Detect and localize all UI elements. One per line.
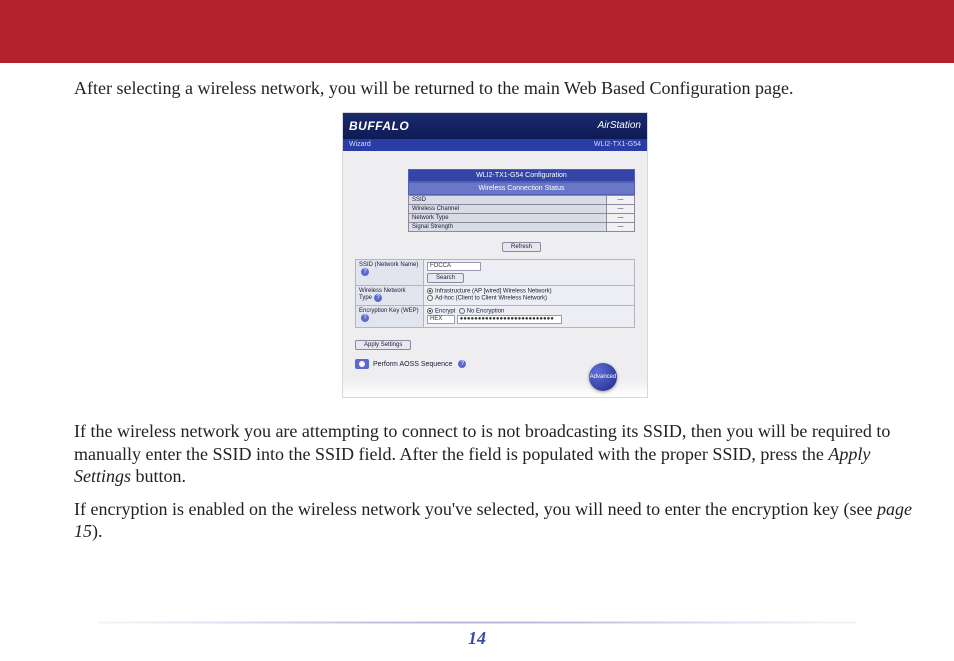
status-title: Wireless Connection Status <box>408 182 635 195</box>
status-value: — <box>607 222 635 231</box>
help-icon[interactable]: ? <box>361 314 369 322</box>
radio-no-encrypt[interactable] <box>459 308 465 314</box>
router-config-ui: BUFFALO AirStation Wizard WLI2-TX1-G54 W… <box>342 112 648 399</box>
encryption-label: Encryption Key (WEP)? <box>356 305 424 328</box>
radio-infrastructure[interactable] <box>427 288 433 294</box>
breadcrumb: Wizard <box>349 141 371 148</box>
help-icon[interactable]: ? <box>374 294 382 302</box>
status-label: Network Type <box>409 213 607 222</box>
footer-rule <box>97 621 857 624</box>
paragraph-ssid: If the wireless network you are attempti… <box>74 420 916 488</box>
refresh-button[interactable]: Refresh <box>502 242 541 252</box>
config-form: SSID (Network Name)? FOCCA Search Wirele… <box>355 259 635 329</box>
radio-encrypt[interactable] <box>427 308 433 314</box>
search-button[interactable]: Search <box>427 273 464 283</box>
status-row: Wireless Channel— <box>409 204 635 213</box>
page-number: 14 <box>0 628 954 649</box>
status-label: Signal Strength <box>409 222 607 231</box>
status-row: Signal Strength— <box>409 222 635 231</box>
apply-settings-button[interactable]: Apply Settings <box>355 340 411 350</box>
status-value: — <box>607 213 635 222</box>
radio-adhoc[interactable] <box>427 295 433 301</box>
paragraph-intro: After selecting a wireless network, you … <box>74 77 916 100</box>
encryption-key-input[interactable]: ●●●●●●●●●●●●●●●●●●●●●●●●●● <box>457 315 562 324</box>
status-value: — <box>607 204 635 213</box>
config-title: WLI2-TX1-G54 Configuration <box>408 169 635 182</box>
router-subheader: Wizard WLI2-TX1-G54 <box>343 139 647 151</box>
radio-label: Ad-hoc (Client to Client Wireless Networ… <box>435 296 547 302</box>
ssid-label: SSID (Network Name)? <box>356 259 424 285</box>
brand-logo: BUFFALO <box>349 119 409 133</box>
encryption-mode-select[interactable]: HEX <box>427 315 455 324</box>
page-body: After selecting a wireless network, you … <box>0 63 954 543</box>
model-label: WLI2-TX1-G54 <box>594 141 641 148</box>
aoss-label: Perform AOSS Sequence <box>373 361 452 368</box>
router-header: BUFFALO AirStation <box>343 113 647 139</box>
paragraph-encryption: If encryption is enabled on the wireless… <box>74 498 916 543</box>
radio-label: Infrastructure (AP [wired] Wireless Netw… <box>435 288 552 294</box>
help-icon[interactable]: ? <box>458 360 466 368</box>
help-icon[interactable]: ? <box>361 268 369 276</box>
page-footer: 14 <box>0 621 954 649</box>
brand-product: AirStation <box>598 120 641 131</box>
status-row: Network Type— <box>409 213 635 222</box>
status-table: SSID— Wireless Channel— Network Type— Si… <box>408 195 635 232</box>
ssid-input[interactable]: FOCCA <box>427 262 481 271</box>
header-band <box>0 0 954 63</box>
radio-label: No Encryption <box>467 308 505 314</box>
embedded-screenshot: BUFFALO AirStation Wizard WLI2-TX1-G54 W… <box>74 112 916 399</box>
network-type-label: Wireless Network Type? <box>356 285 424 305</box>
status-label: SSID <box>409 195 607 204</box>
status-label: Wireless Channel <box>409 204 607 213</box>
radio-label: Encrypt <box>435 308 455 314</box>
status-row: SSID— <box>409 195 635 204</box>
status-value: — <box>607 195 635 204</box>
aoss-icon[interactable] <box>355 359 369 369</box>
